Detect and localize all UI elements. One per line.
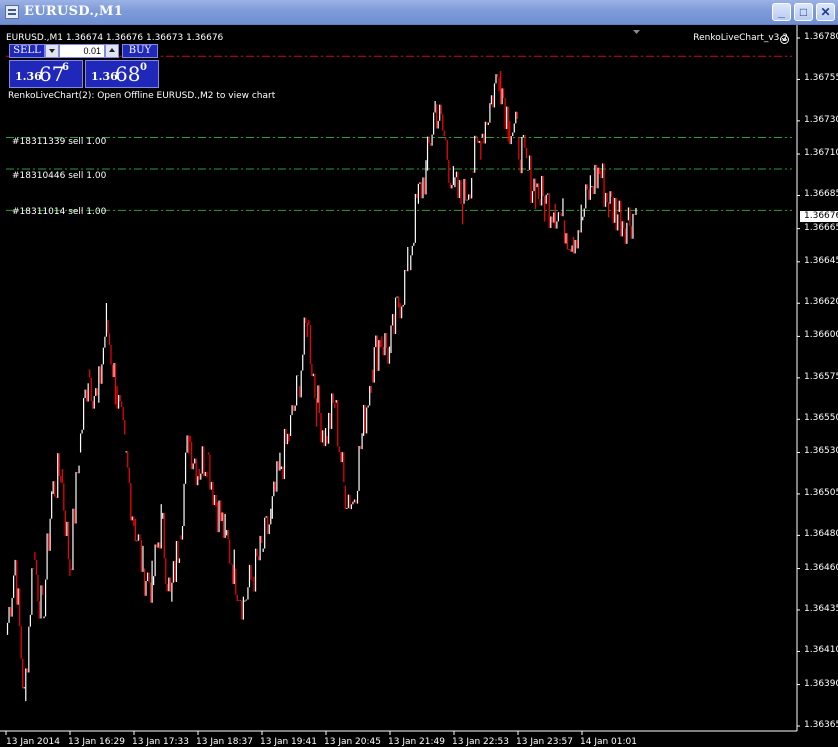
time-tick-label: 14 Jan 01:01 (580, 737, 637, 747)
time-tick-label: 13 Jan 16:29 (68, 737, 125, 747)
time-tick-label: 13 Jan 17:33 (132, 737, 189, 747)
price-tick-label: 1.36685 (804, 189, 838, 200)
price-tick-label: 1.36620 (804, 297, 838, 308)
time-tick-label: 13 Jan 19:41 (260, 737, 317, 747)
title-bar[interactable]: EURUSD.,M1 _ □ ✕ (0, 0, 838, 25)
price-tick-label: 1.36755 (804, 73, 838, 84)
price-tick-label: 1.36665 (804, 222, 838, 233)
time-tick-label: 13 Jan 22:53 (452, 737, 509, 747)
price-tick-label: 1.36780 (804, 31, 838, 42)
close-button[interactable]: ✕ (816, 3, 835, 21)
chart-info-line: EURUSD.,M1 1.36674 1.36676 1.36673 1.366… (6, 33, 224, 43)
price-tick-label: 1.36710 (804, 148, 838, 159)
price-tick-label: 1.36435 (804, 603, 838, 614)
renko-message: RenkoLiveChart(2): Open Offline EURUSD.,… (8, 91, 276, 101)
price-tick-label: 1.36365 (804, 720, 838, 731)
price-tick-label: 1.36550 (804, 413, 838, 424)
order-label-2: #18310446 sell 1.00 (12, 171, 107, 181)
chart-window-icon (5, 5, 19, 19)
minimize-button[interactable]: _ (772, 3, 791, 21)
lot-increase-button[interactable] (105, 44, 119, 58)
time-tick-label: 13 Jan 2014 (6, 737, 60, 747)
one-click-trading-panel: SELL 0.01 BUY 1.36 67 6 1.36 68 0 (9, 44, 167, 88)
lot-decrease-button[interactable] (45, 44, 59, 58)
price-tick-label: 1.36575 (804, 371, 838, 382)
sell-button[interactable]: SELL (9, 44, 45, 58)
chart-shift-marker (633, 30, 640, 34)
ask-price-display[interactable]: 1.36 68 0 (85, 60, 159, 88)
maximize-button[interactable]: □ (794, 3, 813, 21)
lot-size-input[interactable]: 0.01 (59, 44, 105, 58)
price-tick-label: 1.36505 (804, 487, 838, 498)
chart-canvas (0, 25, 800, 735)
indicator-name: RenkoLiveChart_v3.2 (693, 33, 788, 43)
price-tick-label: 1.36390 (804, 678, 838, 689)
order-label-1: #18311339 sell 1.00 (12, 137, 107, 147)
ask-price-fraction: 0 (140, 62, 147, 73)
chart-window: EURUSD.,M1 _ □ ✕ EURUSD.,M1 1.36674 1.36… (0, 0, 838, 747)
price-tick-label: 1.36480 (804, 529, 838, 540)
time-tick-label: 13 Jan 18:37 (196, 737, 253, 747)
price-tick-label: 1.36530 (804, 446, 838, 457)
buy-button[interactable]: BUY (122, 44, 158, 58)
time-tick-label: 13 Jan 21:49 (388, 737, 445, 747)
price-chart[interactable]: EURUSD.,M1 1.36674 1.36676 1.36673 1.366… (0, 25, 838, 747)
price-tick-label: 1.36410 (804, 645, 838, 656)
bid-price-display[interactable]: 1.36 67 6 (9, 60, 83, 88)
bid-price-prefix: 1.36 (15, 70, 42, 83)
ask-price-pips: 68 (115, 62, 141, 86)
smiley-icon (780, 35, 789, 44)
bid-price-fraction: 6 (62, 62, 69, 73)
time-tick-label: 13 Jan 23:57 (516, 737, 573, 747)
ask-price-prefix: 1.36 (91, 70, 118, 83)
price-tick-label: 1.36730 (804, 114, 838, 125)
price-tick-label: 1.36460 (804, 562, 838, 573)
time-tick-label: 13 Jan 20:45 (324, 737, 381, 747)
bid-price-pips: 67 (39, 62, 65, 86)
current-price-tag: 1.36676 (800, 211, 838, 222)
price-tick-label: 1.36645 (804, 255, 838, 266)
price-tick-label: 1.36600 (804, 330, 838, 341)
window-title: EURUSD.,M1 (24, 4, 124, 19)
order-label-3: #18311014 sell 1.00 (12, 207, 107, 217)
